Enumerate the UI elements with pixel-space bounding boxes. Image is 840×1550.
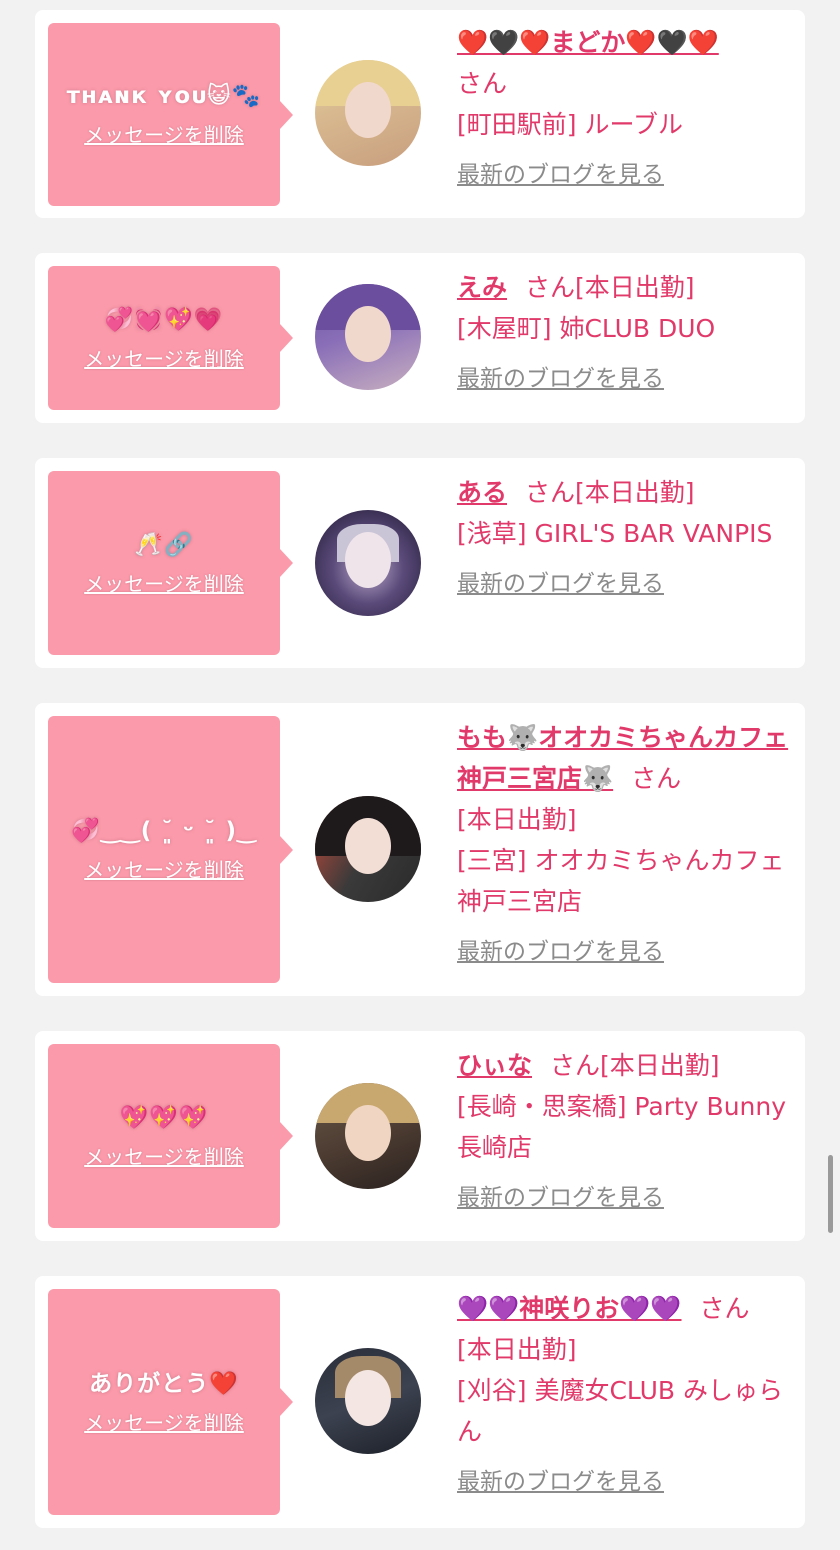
message-bubble: ありがとう❤️ メッセージを削除 xyxy=(48,1289,293,1515)
message-bubble: тнᴀɴк ʏᴏᴜ😺🐾 メッセージを削除 xyxy=(48,23,293,206)
message-text: 💞💓💖💗 xyxy=(104,306,224,333)
honorific: さん xyxy=(699,1294,750,1323)
latest-blog-link[interactable]: 最新のブログを見る xyxy=(457,155,664,196)
latest-blog-link[interactable]: 最新のブログを見る xyxy=(457,359,664,400)
cast-info: ひぃな さん[本日出勤] [長崎・思案橋] Party Bunny 長崎店 最新の… xyxy=(457,1045,793,1219)
working-today-status: [本日出勤] xyxy=(600,1051,720,1080)
message-text: 💞‿‿( ˘͈ ᵕ ˘͈ )‿ xyxy=(70,818,258,844)
area-shop: [町田駅前] ルーブル xyxy=(457,110,683,139)
avatar[interactable] xyxy=(315,1348,421,1454)
cast-name-link[interactable]: 💜💜神咲りお💜💜 xyxy=(457,1294,682,1323)
working-today-status: [本日出勤] xyxy=(457,1335,577,1364)
avatar[interactable] xyxy=(315,60,421,166)
message-bubble: 🥂🔗 メッセージを削除 xyxy=(48,471,293,655)
delete-message-link[interactable]: メッセージを削除 xyxy=(84,854,244,883)
message-card: 💖💖💖 メッセージを削除 ひぃな さん[本日出勤] [長崎・思案橋] Party … xyxy=(35,1031,805,1241)
message-card: тнᴀɴк ʏᴏᴜ😺🐾 メッセージを削除 ❤️🖤❤️まどか❤️🖤❤️ さん [町… xyxy=(35,10,805,218)
cast-name-link[interactable]: ❤️🖤❤️まどか❤️🖤❤️ xyxy=(457,28,719,57)
delete-message-link[interactable]: メッセージを削除 xyxy=(84,1141,244,1170)
cast-info: ❤️🖤❤️まどか❤️🖤❤️ さん [町田駅前] ルーブル 最新のブログを見る xyxy=(457,22,793,196)
area-shop: [長崎・思案橋] Party Bunny 長崎店 xyxy=(457,1092,787,1162)
honorific: さん xyxy=(525,478,576,507)
latest-blog-link[interactable]: 最新のブログを見る xyxy=(457,1462,664,1503)
area-shop: [三宮] オオカミちゃんカフェ神戸三宮店 xyxy=(457,846,785,916)
working-today-status: [本日出勤] xyxy=(575,273,695,302)
honorific: さん xyxy=(550,1051,601,1080)
delete-message-link[interactable]: メッセージを削除 xyxy=(84,119,244,148)
message-text: ありがとう❤️ xyxy=(89,1370,239,1397)
message-text: 💖💖💖 xyxy=(119,1104,209,1131)
latest-blog-link[interactable]: 最新のブログを見る xyxy=(457,932,664,973)
message-bubble: 💞‿‿( ˘͈ ᵕ ˘͈ )‿ メッセージを削除 xyxy=(48,716,293,983)
avatar[interactable] xyxy=(315,510,421,616)
honorific: さん xyxy=(525,273,576,302)
avatar[interactable] xyxy=(315,284,421,390)
cast-name-link[interactable]: もも🐺オオカミちゃんカフェ神戸三宮店🐺 xyxy=(457,723,788,793)
message-text: тнᴀɴк ʏᴏᴜ😺🐾 xyxy=(66,83,262,109)
area-shop: [刈谷] 美魔女CLUB みしゅらん xyxy=(457,1376,783,1446)
area-shop: [浅草] GIRL'S BAR VANPIS xyxy=(457,519,773,548)
message-card: ありがとう❤️ メッセージを削除 💜💜神咲りお💜💜 さん [本日出勤] [刈谷] … xyxy=(35,1276,805,1528)
avatar[interactable] xyxy=(315,796,421,902)
cast-name-link[interactable]: えみ xyxy=(457,273,507,302)
message-bubble: 💞💓💖💗 メッセージを削除 xyxy=(48,266,293,410)
avatar[interactable] xyxy=(315,1083,421,1189)
message-card: 💞💓💖💗 メッセージを削除 えみ さん[本日出勤] [木屋町] 姉CLUB DUO… xyxy=(35,253,805,423)
working-today-status: [本日出勤] xyxy=(575,478,695,507)
honorific: さん xyxy=(631,764,682,793)
message-text: 🥂🔗 xyxy=(134,531,194,558)
delete-message-link[interactable]: メッセージを削除 xyxy=(84,1407,244,1436)
cast-name-link[interactable]: ひぃな xyxy=(457,1051,532,1080)
scrollbar-thumb[interactable] xyxy=(828,1155,833,1233)
honorific: さん xyxy=(457,69,508,98)
message-card: 🥂🔗 メッセージを削除 ある さん[本日出勤] [浅草] GIRL'S BAR V… xyxy=(35,458,805,668)
delete-message-link[interactable]: メッセージを削除 xyxy=(84,568,244,597)
cast-info: 💜💜神咲りお💜💜 さん [本日出勤] [刈谷] 美魔女CLUB みしゅらん 最新の… xyxy=(457,1288,793,1503)
cast-info: もも🐺オオカミちゃんカフェ神戸三宮店🐺 さん [本日出勤] [三宮] オオカミちゃ… xyxy=(457,717,793,973)
latest-blog-link[interactable]: 最新のブログを見る xyxy=(457,564,664,605)
cast-info: えみ さん[本日出勤] [木屋町] 姉CLUB DUO 最新のブログを見る xyxy=(457,267,793,400)
cast-name-link[interactable]: ある xyxy=(457,478,507,507)
message-card: 💞‿‿( ˘͈ ᵕ ˘͈ )‿ メッセージを削除 もも🐺オオカミちゃんカフェ神戸… xyxy=(35,703,805,996)
area-shop: [木屋町] 姉CLUB DUO xyxy=(457,314,716,343)
latest-blog-link[interactable]: 最新のブログを見る xyxy=(457,1178,664,1219)
delete-message-link[interactable]: メッセージを削除 xyxy=(84,343,244,372)
cast-info: ある さん[本日出勤] [浅草] GIRL'S BAR VANPIS 最新のブログ… xyxy=(457,472,793,605)
working-today-status: [本日出勤] xyxy=(457,805,577,834)
message-bubble: 💖💖💖 メッセージを削除 xyxy=(48,1044,293,1228)
